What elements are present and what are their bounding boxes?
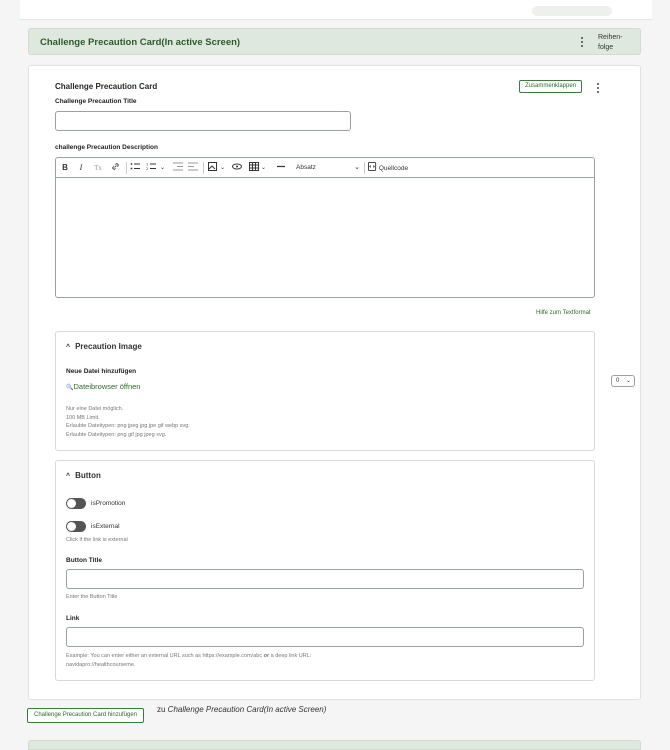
italic-button[interactable]: I: [76, 162, 86, 174]
paragraph-section: Challenge Precaution Card(In active Scre…: [28, 28, 641, 720]
is-external-help: Click if the link is external: [66, 537, 128, 543]
file-help-line: Nur eine Datei möglich.: [66, 406, 124, 412]
title-input[interactable]: [55, 111, 351, 131]
bullet-list-icon[interactable]: [129, 162, 141, 174]
toolbar-separator: [364, 162, 365, 174]
collapse-button[interactable]: Zusammenklappen: [519, 80, 583, 93]
new-file-label: Neue Datei hinzufügen: [66, 368, 137, 375]
link-label: Link: [66, 615, 80, 622]
is-promotion-toggle[interactable]: [66, 498, 86, 509]
text-format-help-link[interactable]: Hilfe zum Textformat: [536, 310, 591, 316]
chevron-down-icon: ⌄: [354, 164, 360, 171]
toolbar-separator: [126, 162, 127, 174]
chevron-down-icon[interactable]: ⌄: [219, 162, 226, 174]
add-suffix-prefix: zu: [157, 705, 168, 714]
svg-text:1: 1: [146, 163, 148, 167]
button-title-label: Button Title: [66, 557, 102, 564]
card-menu-icon[interactable]: [594, 81, 602, 93]
svg-text:2: 2: [146, 167, 148, 171]
weight-label-line-2: folge: [598, 43, 614, 51]
chevron-up-icon: ^: [66, 473, 71, 480]
format-select[interactable]: Absatz ⌄: [296, 162, 360, 174]
editor-toolbar: B I Tx 12 ⌄ ⌄ ⌄ Absatz ⌄ Quellcode: [56, 158, 594, 178]
remove-format-button[interactable]: Tx: [92, 162, 104, 174]
link-icon[interactable]: [109, 162, 121, 174]
precaution-image-toggle[interactable]: ^ Precaution Image: [66, 342, 142, 351]
top-strip: [20, 0, 652, 20]
is-external-label: isExternal: [91, 523, 120, 530]
description-label: challenge Precaution Description: [55, 144, 158, 151]
bold-button[interactable]: B: [60, 162, 70, 174]
weight-label-line-1: Reihen-: [598, 34, 623, 41]
file-help-line: 100 MB Limit.: [66, 414, 100, 421]
editor-content-area[interactable]: [56, 179, 594, 297]
chevron-up-icon: ^: [66, 344, 71, 351]
button-title-help: Enter the Button Title: [66, 594, 118, 600]
add-card-suffix: zu Challenge Precaution Card(In active S…: [157, 705, 326, 714]
section-title: Challenge Precaution Card(In active Scre…: [40, 37, 241, 48]
button-fieldset-toggle[interactable]: ^ Button: [66, 471, 101, 480]
title-field-label: Challenge Precaution Title: [55, 98, 137, 105]
chevron-down-icon: ⌄: [625, 378, 631, 384]
indent-icon[interactable]: [187, 162, 199, 174]
table-icon[interactable]: [248, 162, 260, 174]
is-external-toggle[interactable]: [66, 521, 86, 532]
file-help-line: Erlaubte Dateitypen: png jpeg jpg jpe gi…: [66, 423, 190, 429]
rich-text-editor: B I Tx 12 ⌄ ⌄ ⌄ Absatz ⌄ Quellcode: [55, 157, 595, 298]
image-insert-icon[interactable]: [207, 162, 219, 174]
numbered-list-icon[interactable]: 12: [145, 162, 157, 174]
file-help-text: Nur eine Datei möglich. 100 MB Limit. Er…: [66, 405, 190, 439]
outdent-icon[interactable]: [172, 162, 184, 174]
chevron-down-icon[interactable]: ⌄: [159, 162, 166, 174]
weight-select-value: 0: [616, 378, 620, 384]
section-menu-icon[interactable]: [578, 35, 586, 49]
precaution-card: Challenge Precaution Card Zusammenklappe…: [28, 65, 641, 700]
precaution-image-legend: Precaution Image: [75, 342, 142, 351]
link-help-text: Example: You can enter either an externa…: [66, 653, 264, 659]
horizontal-line-icon[interactable]: [275, 162, 287, 174]
weight-column-label: Reihen- folge: [598, 33, 623, 52]
next-section-header: [28, 740, 641, 750]
button-fieldset-legend: Button: [75, 471, 101, 480]
is-promotion-label: isPromotion: [91, 500, 126, 507]
add-card-button[interactable]: Challenge Precaution Card hinzufügen: [27, 708, 145, 723]
link-help: Example: You can enter either an externa…: [66, 652, 311, 669]
source-label: Quellcode: [378, 165, 409, 172]
link-input[interactable]: [66, 627, 584, 647]
add-suffix-target: Challenge Precaution Card(In active Scre…: [167, 705, 327, 714]
link-help-text: a deep link URL:: [269, 653, 312, 659]
media-embed-icon[interactable]: [231, 162, 243, 174]
chevron-down-icon[interactable]: ⌄: [260, 162, 267, 174]
file-help-line: Erlaubte Dateitypen: png gif jpg jpeg sv…: [66, 431, 167, 438]
link-help-line-1: Example: You can enter either an externa…: [66, 652, 311, 661]
source-button[interactable]: Quellcode: [368, 162, 408, 175]
file-browser-link[interactable]: 🔍Dateibrowser öffnen: [66, 382, 140, 391]
format-select-value: Absatz: [296, 164, 316, 171]
precaution-image-fieldset: ^ Precaution Image Neue Datei hinzufügen …: [55, 331, 595, 451]
toggle-knob: [67, 499, 76, 508]
section-header: Challenge Precaution Card(In active Scre…: [28, 28, 641, 55]
top-strip-fade: [532, 6, 612, 16]
weight-select[interactable]: 0 ⌄: [611, 375, 635, 387]
button-fieldset: ^ Button isPromotion isExternal Click if …: [55, 460, 595, 681]
card-title: Challenge Precaution Card: [55, 82, 158, 91]
button-title-input[interactable]: [66, 569, 584, 589]
toggle-knob: [67, 522, 76, 531]
link-help-line-2: navidapro://healthcourseme.: [66, 661, 136, 668]
file-browser-label: Dateibrowser öffnen: [73, 382, 141, 391]
toolbar-separator: [203, 162, 204, 174]
